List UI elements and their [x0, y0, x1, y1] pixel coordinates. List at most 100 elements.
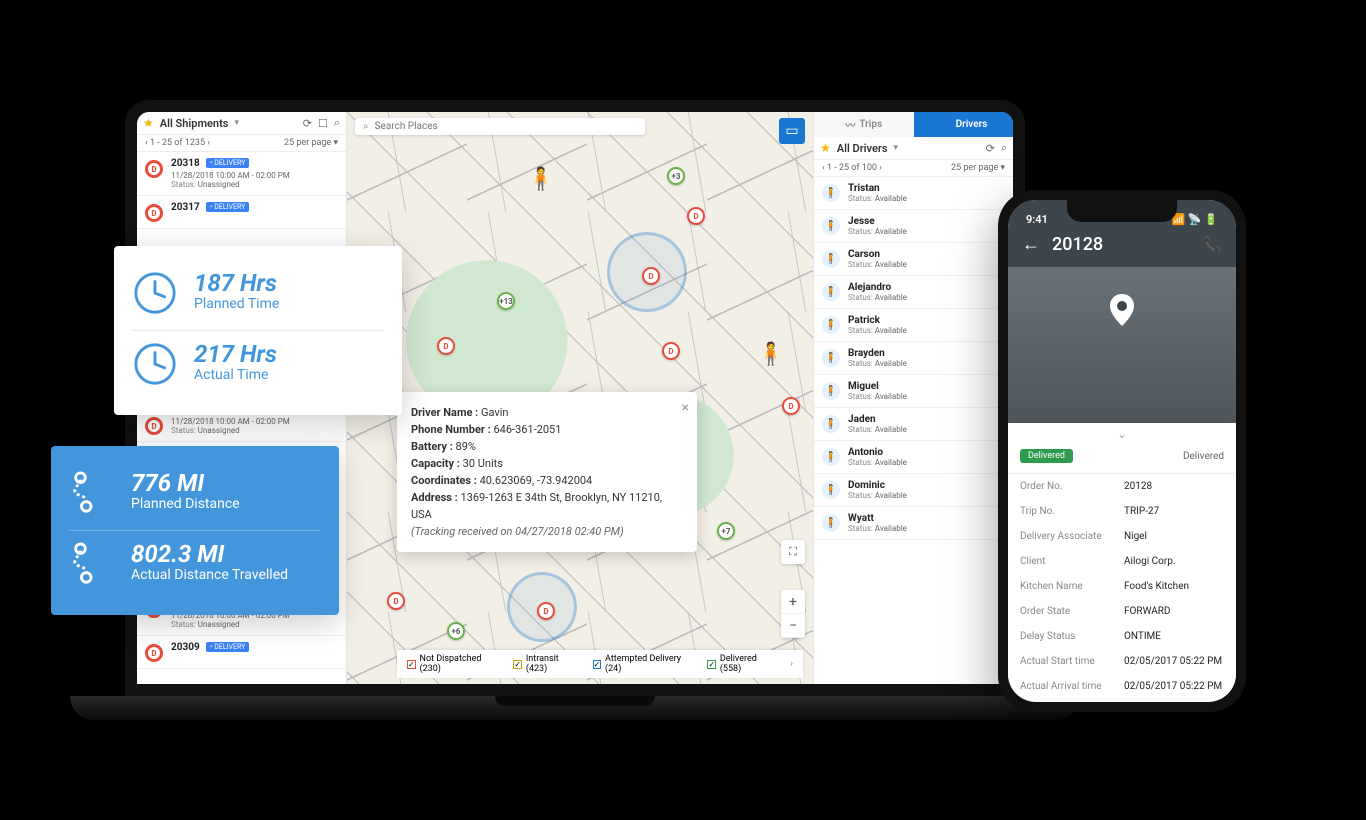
pager-prev-icon[interactable]: ‹	[145, 138, 148, 148]
phone-frame: 9:41 📶 📡 🔋 ← 20128 📞 ⌄ Delivered Deliver…	[998, 190, 1246, 712]
shipment-number: 20317	[171, 202, 200, 213]
detail-row: Kitchen NameFood's Kitchen	[1008, 574, 1236, 599]
close-icon[interactable]: ×	[682, 398, 689, 420]
detail-row: Delivery AssociateNigel	[1008, 524, 1236, 549]
phone-map[interactable]	[1008, 267, 1236, 423]
shipment-item[interactable]: D 20317 • DELIVERY	[137, 196, 346, 229]
map-panel[interactable]: ⌕ ▭ D 🧍 +3 D D +13 D 🧍 D D +7 D +6	[347, 112, 813, 684]
driver-icon: 🧍	[822, 481, 840, 499]
detail-value: Food's Kitchen	[1124, 581, 1189, 592]
map-marker-delivery[interactable]: D	[782, 397, 800, 415]
phone-status-icons: 📶 📡 🔋	[1171, 213, 1218, 226]
driver-item[interactable]: 🧍PatrickStatus: Available	[814, 309, 1013, 342]
back-icon[interactable]: ←	[1022, 234, 1040, 255]
driver-item[interactable]: 🧍AlejandroStatus: Available	[814, 276, 1013, 309]
person-icon[interactable]: 🧍	[757, 342, 784, 367]
map-cluster[interactable]: +13	[497, 292, 515, 310]
star-icon[interactable]: ★	[143, 116, 154, 130]
legend-intransit[interactable]: Intransit (423)	[513, 654, 578, 674]
planned-distance-label: Planned Distance	[131, 496, 240, 512]
call-icon[interactable]: 📞	[1202, 235, 1222, 254]
zoom-in-button[interactable]: +	[781, 590, 805, 614]
star-icon[interactable]: ★	[820, 141, 831, 155]
shipments-header: ★ All Shipments ▾ ⟳ ☐ ⌕	[137, 112, 346, 135]
drivers-title[interactable]: All Drivers	[837, 142, 888, 155]
delivery-marker-icon: D	[145, 204, 163, 222]
calendar-icon[interactable]: ☐	[318, 117, 328, 130]
driver-item[interactable]: 🧍CarsonStatus: Available	[814, 243, 1013, 276]
delivery-badge: • DELIVERY	[206, 158, 249, 168]
pager-range: ‹ 1 - 25 of 1235 ›	[145, 138, 210, 148]
trips-icon: 〰	[845, 117, 855, 132]
chevron-down-icon[interactable]: ▾	[234, 118, 239, 128]
driver-name: Alejandro	[848, 282, 907, 293]
planned-hours-label: Planned Time	[194, 296, 279, 312]
pager-next-icon[interactable]: ›	[207, 138, 210, 148]
zoom-controls: + −	[781, 590, 805, 638]
phone-clock: 9:41	[1026, 213, 1048, 226]
refresh-icon[interactable]: ⟳	[986, 142, 995, 155]
map-layers-button[interactable]: ▭	[779, 118, 805, 144]
detail-row: ClientAilogi Corp.	[1008, 549, 1236, 574]
person-icon[interactable]: 🧍	[527, 167, 554, 192]
zoom-out-button[interactable]: −	[781, 614, 805, 638]
per-page-select[interactable]: 25 per page ▾	[951, 163, 1005, 173]
tab-drivers[interactable]: 👤Drivers	[914, 112, 1014, 137]
driver-name: Dominic	[848, 480, 907, 491]
driver-icon: 🧍	[822, 316, 840, 334]
map-cluster[interactable]: +6	[447, 622, 465, 640]
detail-key: Actual Arrival time	[1020, 681, 1124, 692]
detail-row: Order No.20128	[1008, 474, 1236, 499]
phone-detail-sheet: ⌄ Delivered Delivered Order No.20128Trip…	[1008, 423, 1236, 699]
driver-item[interactable]: 🧍JadenStatus: Available	[814, 408, 1013, 441]
map-marker-delivery[interactable]: D	[687, 207, 705, 225]
map-marker-delivery[interactable]: D	[437, 337, 455, 355]
driver-item[interactable]: 🧍BraydenStatus: Available	[814, 342, 1013, 375]
search-icon[interactable]: ⌕	[1001, 141, 1007, 155]
driver-item[interactable]: 🧍AntonioStatus: Available	[814, 441, 1013, 474]
shipment-item[interactable]: D 20309 • DELIVERY	[137, 636, 346, 669]
map-cluster[interactable]: +3	[667, 167, 685, 185]
card-planned-actual-distance: 776 MI Planned Distance 802.3 MI Actual …	[51, 446, 339, 615]
map-pin-icon	[1109, 294, 1135, 329]
driver-item[interactable]: 🧍MiguelStatus: Available	[814, 375, 1013, 408]
sheet-handle-icon[interactable]: ⌄	[1008, 423, 1236, 443]
driver-item[interactable]: 🧍JesseStatus: Available	[814, 210, 1013, 243]
planned-distance-value: 776 MI	[131, 470, 240, 496]
per-page-select[interactable]: 25 per page ▾	[284, 138, 338, 148]
shipment-item[interactable]: D 20318 • DELIVERY 11/28/2018 10:00 AM -…	[137, 152, 346, 196]
delivery-badge: • DELIVERY	[206, 202, 249, 212]
search-icon: ⌕	[363, 121, 369, 132]
delivery-status-row: Delivered Delivered	[1008, 443, 1236, 474]
tab-trips[interactable]: 〰Trips	[814, 112, 914, 137]
shipments-title[interactable]: All Shipments	[160, 117, 229, 130]
driver-name: Jaden	[848, 414, 907, 425]
fullscreen-button[interactable]: ⛶	[781, 540, 805, 564]
driver-item[interactable]: 🧍TristanStatus: Available	[814, 177, 1013, 210]
refresh-icon[interactable]: ⟳	[303, 117, 312, 130]
legend-delivered[interactable]: Delivered (558)	[707, 654, 776, 674]
map-marker-delivery[interactable]: D	[662, 342, 680, 360]
detail-key: Client	[1020, 556, 1124, 567]
legend-attempted[interactable]: Attempted Delivery (24)	[593, 654, 694, 674]
map-marker-delivery[interactable]: D	[642, 267, 660, 285]
map-marker-delivery[interactable]: D	[387, 592, 405, 610]
driver-item[interactable]: 🧍WyattStatus: Available	[814, 507, 1013, 540]
drivers-list: 🧍TristanStatus: Available🧍JesseStatus: A…	[814, 177, 1013, 684]
legend-not-dispatched[interactable]: Not Dispatched (230)	[407, 654, 499, 674]
detail-row: Delay StatusONTIME	[1008, 624, 1236, 649]
laptop-hinge	[495, 696, 655, 706]
map-search-box[interactable]: ⌕	[355, 118, 645, 135]
map-marker-delivery[interactable]: D	[537, 602, 555, 620]
driver-item[interactable]: 🧍DominicStatus: Available	[814, 474, 1013, 507]
detail-row: Actual Start time02/05/2017 05:22 PM	[1008, 649, 1236, 674]
detail-key: Kitchen Name	[1020, 581, 1124, 592]
map-cluster[interactable]: +7	[717, 522, 735, 540]
legend-next-icon[interactable]: ›	[790, 659, 793, 669]
search-input[interactable]	[375, 121, 637, 132]
chevron-down-icon[interactable]: ▾	[894, 143, 899, 153]
phone-notch	[1067, 200, 1177, 222]
delivery-marker-icon: D	[145, 644, 163, 662]
delivery-badge: • DELIVERY	[206, 642, 249, 652]
search-icon[interactable]: ⌕	[334, 116, 340, 130]
